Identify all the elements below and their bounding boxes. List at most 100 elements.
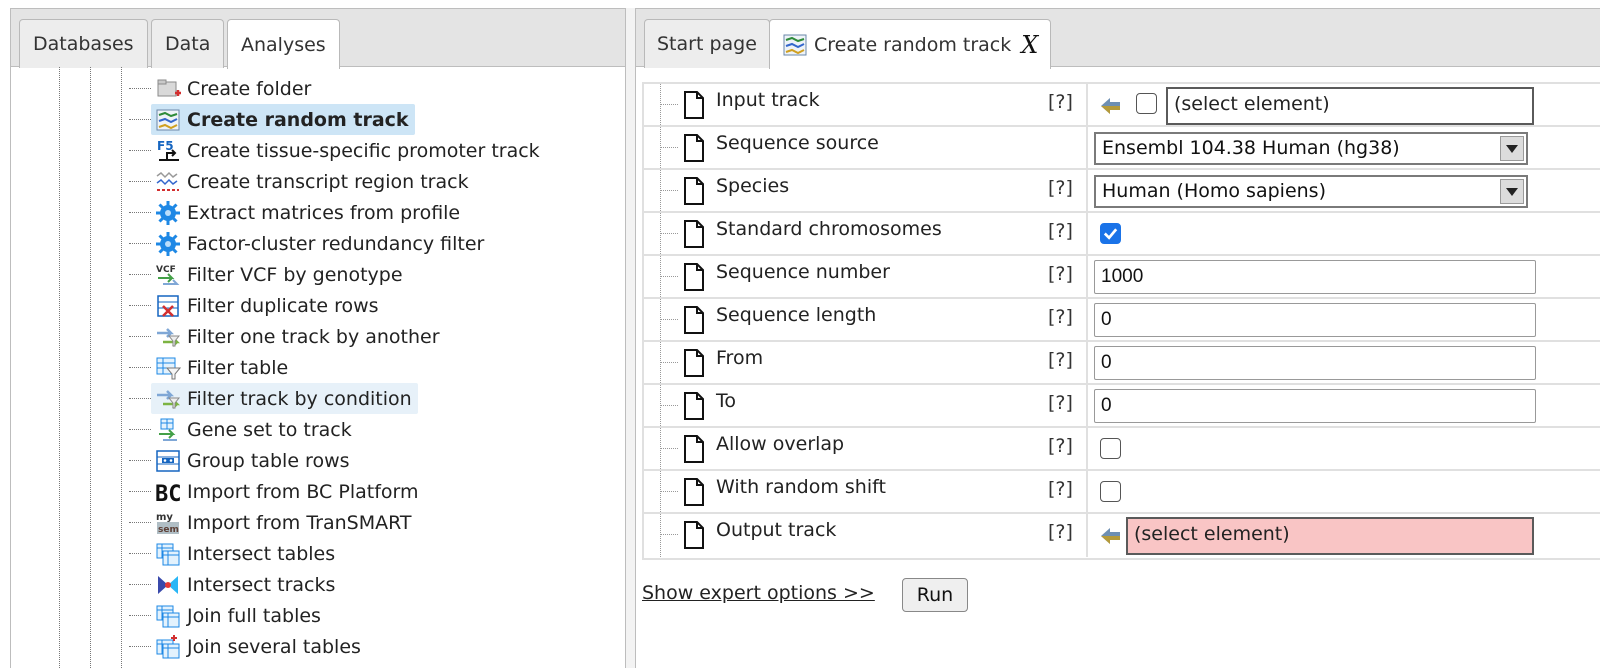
close-tab-icon[interactable]: X: [1021, 31, 1038, 59]
tree-item[interactable]: F5 Create tissue-specific promoter track: [121, 135, 601, 166]
help-link[interactable]: [?]: [1048, 392, 1073, 414]
param-name: Species: [716, 175, 790, 197]
element-picker-icon[interactable]: [1098, 522, 1124, 548]
tree-node[interactable]: F5 Create tissue-specific promoter track: [151, 135, 546, 166]
tree-node[interactable]: Join several tables: [151, 631, 367, 662]
tree-item[interactable]: Factor-cluster redundancy filter: [121, 228, 601, 259]
tree-node[interactable]: VCF Filter VCF by genotype: [151, 259, 409, 290]
tree-node[interactable]: Create transcript region track: [151, 166, 475, 197]
table-icon: [155, 603, 181, 629]
tree-connector: [129, 212, 151, 213]
tree-item[interactable]: Join several tables: [121, 631, 601, 662]
tree-node[interactable]: Group table rows: [151, 445, 356, 476]
help-link[interactable]: [?]: [1048, 478, 1073, 500]
tree-node[interactable]: Gene set to track: [151, 414, 358, 445]
folder-add-icon: [155, 76, 181, 102]
param-name-cell: Sequence length [?]: [644, 299, 1088, 340]
help-link[interactable]: [?]: [1048, 349, 1073, 371]
tab-create-random-track[interactable]: Create random track X: [769, 19, 1052, 69]
tree-item[interactable]: Join full tables: [121, 600, 601, 631]
tree-connector: [129, 243, 151, 244]
tree-item[interactable]: Intersect tables: [121, 538, 601, 569]
tab-start-page[interactable]: Start page: [644, 19, 770, 68]
help-link[interactable]: [?]: [1048, 220, 1073, 242]
help-link[interactable]: [?]: [1048, 177, 1073, 199]
tree-node[interactable]: Filter track by condition: [151, 383, 418, 414]
tree-item[interactable]: Filter table: [121, 352, 601, 383]
output-element-field[interactable]: (select element): [1126, 517, 1534, 555]
tree-item[interactable]: Filter one track by another: [121, 321, 601, 352]
tab-analyses[interactable]: Analyses: [227, 19, 340, 69]
tree-connector: [660, 104, 678, 105]
param-name-cell: Sequence number [?]: [644, 256, 1088, 297]
tree-node[interactable]: Join full tables: [151, 600, 327, 631]
tree-node[interactable]: my sem Import from TranSMART: [151, 507, 418, 538]
tree-node[interactable]: Extract matrices from profile: [151, 197, 466, 228]
document-icon: [682, 305, 706, 335]
tree-connector: [129, 584, 151, 585]
element-picker-icon[interactable]: [1098, 92, 1124, 118]
bc-logo-icon: BC: [155, 479, 181, 505]
param-text-input[interactable]: [1094, 260, 1536, 294]
tree-node[interactable]: BC Import from BC Platform: [151, 476, 425, 507]
param-checkbox[interactable]: [1136, 93, 1157, 114]
tree-item[interactable]: Group table rows: [121, 445, 601, 476]
help-link[interactable]: [?]: [1048, 435, 1073, 457]
tree-item[interactable]: Extract matrices from profile: [121, 197, 601, 228]
param-select[interactable]: Ensembl 104.38 Human (hg38): [1094, 132, 1528, 165]
tree-connector: [129, 460, 151, 461]
svg-text:my: my: [156, 512, 173, 523]
tab-data[interactable]: Data: [151, 19, 225, 68]
tree-node[interactable]: Intersect tables: [151, 538, 341, 569]
param-name: Standard chromosomes: [716, 218, 942, 240]
tree-connector: [660, 276, 678, 277]
filter-track-icon: [155, 386, 181, 412]
param-select[interactable]: Human (Homo sapiens): [1094, 175, 1528, 208]
tree-item-label: Join full tables: [187, 604, 321, 627]
tree-node[interactable]: Filter table: [151, 352, 294, 383]
param-name-cell: Output track [?]: [644, 514, 1088, 557]
input-element-field[interactable]: (select element): [1166, 87, 1534, 125]
run-button[interactable]: Run: [902, 578, 968, 612]
param-checkbox[interactable]: [1100, 481, 1121, 502]
param-checkbox[interactable]: [1100, 438, 1121, 459]
tree-item[interactable]: my sem Import from TranSMART: [121, 507, 601, 538]
tree-item-label: Filter one track by another: [187, 325, 440, 348]
tab-databases[interactable]: Databases: [19, 19, 148, 68]
tree-node[interactable]: Intersect tracks: [151, 569, 341, 600]
tree-item[interactable]: Intersect tracks: [121, 569, 601, 600]
param-text-input[interactable]: [1094, 389, 1536, 423]
show-expert-options-link[interactable]: Show expert options >>: [642, 582, 875, 604]
document-icon: [682, 434, 706, 464]
param-text-input[interactable]: [1094, 303, 1536, 337]
tree-node[interactable]: Filter one track by another: [151, 321, 446, 352]
svg-text:VCF: VCF: [156, 265, 176, 275]
tree-connector: [129, 119, 151, 120]
tree-item[interactable]: VCF Filter VCF by genotype: [121, 259, 601, 290]
help-link[interactable]: [?]: [1048, 306, 1073, 328]
tree-item[interactable]: Filter track by condition: [121, 383, 601, 414]
document-icon: [682, 391, 706, 421]
gene-set-icon: [155, 417, 181, 443]
tree-item[interactable]: Create transcript region track: [121, 166, 601, 197]
help-link[interactable]: [?]: [1048, 521, 1073, 543]
tree-item-label: Group table rows: [187, 449, 350, 472]
param-checkbox[interactable]: [1100, 223, 1121, 244]
tree-node[interactable]: Create folder: [151, 73, 317, 104]
panel-splitter[interactable]: [626, 8, 635, 668]
param-name-cell: To [?]: [644, 385, 1088, 426]
tree-node[interactable]: Create random track: [151, 104, 415, 135]
tree-item[interactable]: Gene set to track: [121, 414, 601, 445]
tree-node[interactable]: Factor-cluster redundancy filter: [151, 228, 490, 259]
tree-item[interactable]: BC Import from BC Platform: [121, 476, 601, 507]
tree-item[interactable]: Filter duplicate rows: [121, 290, 601, 321]
param-text-input[interactable]: [1094, 346, 1536, 380]
tree-item[interactable]: Create random track: [121, 104, 601, 135]
tree-item[interactable]: Create folder: [121, 73, 601, 104]
tree-connector: [660, 514, 661, 557]
help-link[interactable]: [?]: [1048, 263, 1073, 285]
param-name: To: [716, 390, 737, 412]
help-link[interactable]: [?]: [1048, 91, 1073, 113]
analyses-tree: Create folder Create random track F5 Create…: [11, 67, 625, 668]
tree-node[interactable]: Filter duplicate rows: [151, 290, 385, 321]
